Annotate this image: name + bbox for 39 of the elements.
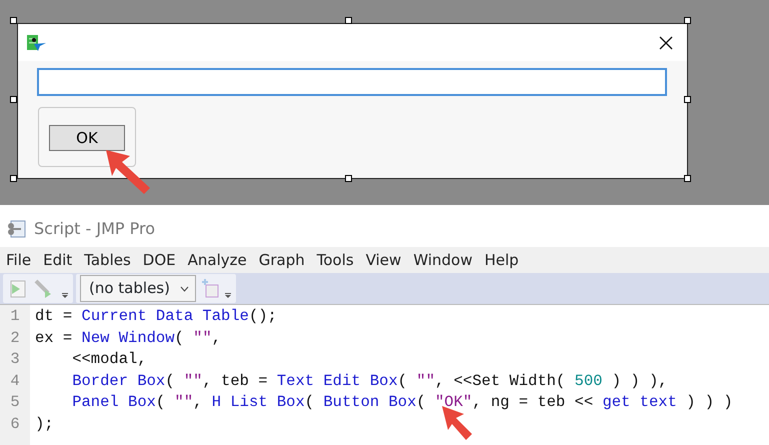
menu-item[interactable]: Analyze (182, 248, 253, 272)
app-icon (26, 34, 48, 52)
code-line: ex = New Window( "", (35, 328, 222, 348)
code-line: Panel Box( "", H List Box( Button Box( "OK", ng = teb << get text ) ) ) (72, 392, 733, 413)
text-input-field[interactable] (37, 68, 667, 96)
resize-handle[interactable] (10, 175, 17, 182)
line-number: 5 (9, 392, 21, 413)
window-title: Script - JMP Pro (34, 218, 155, 240)
code-editor[interactable] (0, 304, 769, 445)
line-number: 4 (9, 370, 21, 392)
line-number: 2 (9, 328, 21, 348)
close-icon[interactable] (659, 36, 673, 50)
menu-item[interactable]: Tools (310, 248, 360, 272)
code-line: Border Box( "", teb = Text Edit Box( "", <<Set Width( 500 ) ) ), (72, 370, 668, 392)
code-line: ); (35, 414, 54, 434)
resize-handle[interactable] (684, 175, 691, 182)
code-line: <<modal, (72, 349, 147, 370)
ok-button[interactable]: OK (49, 125, 125, 151)
menu-item[interactable]: Graph (252, 248, 311, 272)
menu-item[interactable]: Help (478, 248, 525, 272)
menu-item[interactable]: File (0, 248, 38, 272)
resize-handle[interactable] (345, 17, 352, 24)
code-line: dt = Current Data Table(); (35, 306, 277, 327)
menu-item[interactable]: Window (407, 248, 478, 272)
resize-handle[interactable] (684, 96, 691, 103)
menu-item[interactable]: Edit (37, 248, 78, 272)
menu-item[interactable]: DOE (136, 248, 182, 272)
caret-icon (180, 286, 189, 292)
resize-handle[interactable] (684, 17, 691, 24)
table-dropdown[interactable]: (no tables) (80, 275, 196, 302)
menu-item[interactable]: Tables (78, 248, 137, 272)
resize-handle[interactable] (345, 175, 352, 182)
menu-item[interactable]: View (360, 248, 408, 272)
script-icon (6, 220, 28, 238)
line-number: 3 (9, 349, 21, 370)
resize-handle[interactable] (10, 96, 17, 103)
line-number: 1 (9, 306, 21, 327)
resize-handle[interactable] (10, 17, 17, 24)
line-number: 6 (9, 414, 21, 434)
